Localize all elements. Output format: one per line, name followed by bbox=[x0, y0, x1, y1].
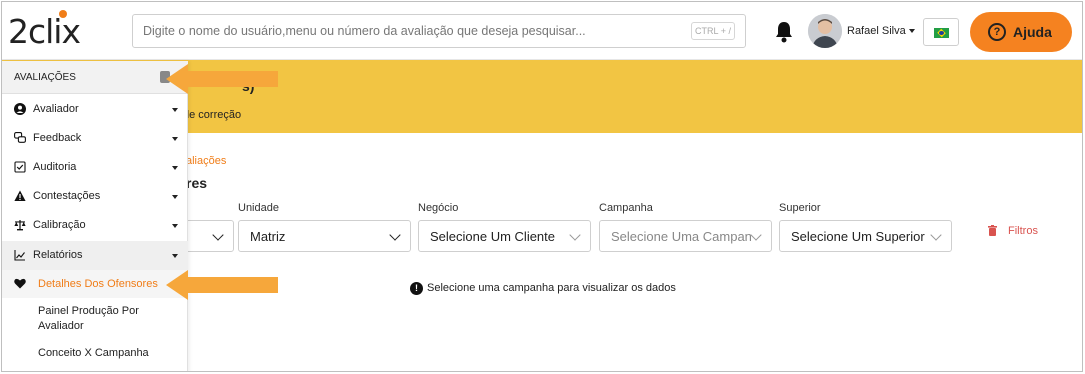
chevron-down-icon bbox=[172, 137, 178, 141]
chevron-down-icon bbox=[750, 229, 762, 241]
annotation-arrow-left-icon bbox=[166, 270, 278, 300]
sidebar-item-label: Auditoria bbox=[33, 161, 77, 173]
unidade-value: Matriz bbox=[250, 229, 286, 244]
sidebar-item-feedback[interactable]: Feedback bbox=[2, 124, 188, 153]
chevron-down-icon bbox=[930, 229, 942, 241]
breadcrumb[interactable]: aliações bbox=[186, 155, 226, 167]
campanha-select[interactable]: Selecione Uma Campanha bbox=[599, 220, 772, 252]
filter-label-negocio: Negócio bbox=[418, 202, 459, 214]
page-title: res bbox=[186, 175, 208, 191]
campanha-value: Selecione Uma Campanha bbox=[611, 229, 751, 244]
submenu-item-painel-producao[interactable]: Painel Produção Por Avaliador bbox=[2, 304, 188, 336]
filter-label-unidade: Unidade bbox=[238, 202, 279, 214]
sidebar: AVALIAÇÕES Avaliador Feedback Auditoria bbox=[2, 61, 188, 371]
chart-line-icon bbox=[14, 250, 25, 261]
top-header: 2clix CTRL + / Rafael Silva bbox=[2, 2, 1082, 60]
exclamation-icon: ! bbox=[410, 282, 423, 295]
submenu-item-label: Painel Produção Por Avaliador bbox=[38, 305, 139, 332]
chevron-down-icon bbox=[172, 166, 178, 170]
negocio-select[interactable]: Selecione Um Cliente bbox=[418, 220, 591, 252]
chevron-down-icon bbox=[172, 254, 178, 258]
banner-subtitle: de correção bbox=[183, 109, 242, 121]
question-icon: ? bbox=[988, 23, 1006, 41]
sidebar-item-auditoria[interactable]: Auditoria bbox=[2, 153, 188, 182]
global-search: CTRL + / bbox=[132, 14, 746, 48]
sidebar-section-title: AVALIAÇÕES bbox=[14, 72, 76, 83]
chevron-down-icon bbox=[172, 195, 178, 199]
unidade-select[interactable]: Matriz bbox=[238, 220, 411, 252]
filters-label: Filtros bbox=[1008, 225, 1038, 237]
logo[interactable]: 2clix bbox=[8, 14, 81, 50]
submenu-item-label: Conceito X Campanha bbox=[38, 347, 149, 359]
sidebar-item-relatorios[interactable]: Relatórios bbox=[2, 241, 188, 270]
heart-icon bbox=[14, 278, 26, 289]
empty-state-text: Selecione uma campanha para visualizar o… bbox=[427, 282, 676, 294]
superior-select[interactable]: Selecione Um Superior bbox=[779, 220, 952, 252]
filter-label-superior: Superior bbox=[779, 202, 821, 214]
sidebar-header: AVALIAÇÕES bbox=[2, 61, 188, 94]
chevron-down-icon bbox=[909, 29, 915, 33]
logo-dot bbox=[59, 10, 67, 18]
submenu-item-label: Detalhes Dos Ofensores bbox=[38, 278, 158, 290]
trash-icon bbox=[988, 225, 997, 236]
search-input[interactable] bbox=[143, 21, 673, 41]
chevron-down-icon bbox=[172, 224, 178, 228]
help-label: Ajuda bbox=[1013, 24, 1052, 40]
sidebar-item-label: Contestações bbox=[33, 190, 101, 202]
sidebar-item-label: Avaliador bbox=[33, 103, 79, 115]
submenu-item-conceito-campanha[interactable]: Conceito X Campanha bbox=[2, 346, 188, 364]
negocio-value: Selecione Um Cliente bbox=[430, 229, 556, 244]
chevron-down-icon bbox=[389, 229, 401, 241]
shortcut-hint: CTRL + / bbox=[691, 22, 735, 40]
chevron-down-icon bbox=[569, 229, 581, 241]
chat-icon bbox=[14, 132, 26, 143]
filter-label-campanha: Campanha bbox=[599, 202, 653, 214]
sidebar-item-avaliador[interactable]: Avaliador bbox=[2, 95, 188, 124]
user-circle-icon bbox=[14, 103, 26, 115]
sidebar-item-contestacoes[interactable]: Contestações bbox=[2, 182, 188, 211]
warning-icon bbox=[14, 190, 26, 201]
help-button[interactable]: ? Ajuda bbox=[970, 12, 1072, 52]
avatar bbox=[808, 14, 842, 48]
user-menu[interactable]: Rafael Silva bbox=[808, 14, 918, 48]
user-name: Rafael Silva bbox=[847, 25, 906, 37]
checkbox-icon bbox=[14, 161, 26, 173]
language-selector[interactable] bbox=[923, 18, 959, 46]
scale-icon bbox=[14, 220, 26, 231]
notifications-bell-icon[interactable] bbox=[775, 21, 793, 43]
annotation-arrow-left-icon bbox=[166, 64, 278, 94]
submenu-item-detalhes-ofensores[interactable]: Detalhes Dos Ofensores bbox=[2, 270, 188, 298]
superior-value: Selecione Um Superior bbox=[791, 229, 925, 244]
chevron-down-icon bbox=[172, 108, 178, 112]
sidebar-item-calibracao[interactable]: Calibração bbox=[2, 211, 188, 240]
chevron-down-icon bbox=[212, 229, 224, 241]
sidebar-item-label: Feedback bbox=[33, 132, 82, 144]
sidebar-item-label: Relatórios bbox=[33, 249, 83, 261]
brazil-flag-icon bbox=[934, 28, 949, 38]
sidebar-item-label: Calibração bbox=[33, 219, 86, 231]
app-window: 2clix CTRL + / Rafael Silva bbox=[1, 1, 1083, 372]
